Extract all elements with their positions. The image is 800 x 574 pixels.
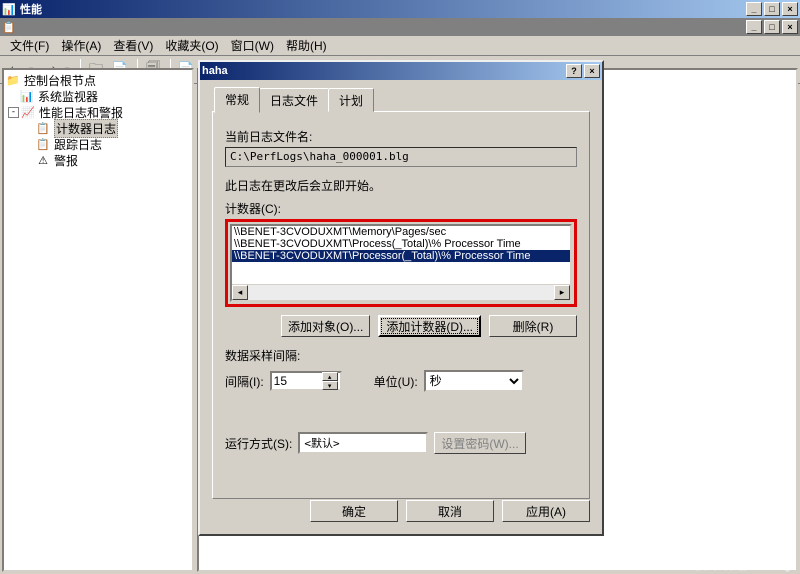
app-icon: 📊 [2,2,16,16]
current-log-filename: C:\PerfLogs\haha_000001.blg [225,147,577,167]
mdi-restore-button[interactable]: □ [764,20,780,34]
list-item[interactable]: \\BENET-3CVODUXMT\Processor(_Total)\% Pr… [232,250,570,262]
tab-schedule[interactable]: 计划 [328,88,374,112]
main-title: 性能 [20,1,42,17]
collapse-icon[interactable]: - [8,107,19,118]
folder-icon: 📁 [6,73,20,87]
dialog-titlebar[interactable]: haha ? × [200,62,602,80]
apply-button[interactable]: 应用(A) [502,500,590,522]
list-item[interactable]: \\BENET-3CVODUXMT\Memory\Pages/sec [232,226,570,238]
counterlog-icon: 📋 [36,121,50,135]
list-item[interactable]: \\BENET-3CVODUXMT\Process(_Total)\% Proc… [232,238,570,250]
tree-item-trace[interactable]: 📋 跟踪日志 [6,136,190,152]
tab-general[interactable]: 常规 [214,87,260,113]
help-button[interactable]: ? [566,64,582,78]
interval-spinner[interactable]: ▴▾ [270,371,342,391]
menu-view[interactable]: 查看(V) [107,35,159,56]
counters-listbox[interactable]: \\BENET-3CVODUXMT\Memory\Pages/sec \\BEN… [230,224,572,302]
mdi-icon: 📋 [2,20,16,34]
restore-button[interactable]: □ [764,2,780,16]
dialog-close-button[interactable]: × [584,64,600,78]
unit-select[interactable]: 秒 [424,370,524,392]
mdi-titlebar: 📋 _ □ × [0,18,800,36]
tree-root[interactable]: 📁 控制台根节点 [6,72,190,88]
dialog-title: haha [202,65,228,77]
scroll-right-icon[interactable]: ▸ [554,285,570,300]
h-scrollbar[interactable]: ◂ ▸ [232,284,570,300]
watermark: 51CTO.com 技术博客 Blog [641,539,794,572]
tab-logfile[interactable]: 日志文件 [259,88,329,112]
tab-label: 常规 [225,93,249,107]
mdi-close-button[interactable]: × [782,20,798,34]
tree-label: 警报 [54,152,78,169]
tracelog-icon: 📋 [36,137,50,151]
minimize-button[interactable]: _ [746,2,762,16]
interval-label: 间隔(I): [225,373,264,390]
tree-item-alert[interactable]: ⚠ 警报 [6,152,190,168]
menu-action[interactable]: 操作(A) [55,35,107,56]
start-note: 此日志在更改后会立即开始。 [225,177,577,194]
ok-button[interactable]: 确定 [310,500,398,522]
menu-bar: 文件(F) 操作(A) 查看(V) 收藏夹(O) 窗口(W) 帮助(H) [0,36,800,56]
close-button[interactable]: × [782,2,798,16]
cancel-button[interactable]: 取消 [406,500,494,522]
menu-window[interactable]: 窗口(W) [225,35,280,56]
add-counter-button[interactable]: 添加计数器(D)... [378,315,481,337]
add-object-button[interactable]: 添加对象(O)... [281,315,370,337]
alert-icon: ⚠ [36,153,50,167]
tab-strip: 常规 日志文件 计划 [214,88,590,112]
menu-help[interactable]: 帮助(H) [280,35,333,56]
spin-up-icon[interactable]: ▴ [322,372,338,381]
tree-pane[interactable]: 📁 控制台根节点 📊 系统监视器 - 📈 性能日志和警报 📋 计数器日志 📋 跟… [2,68,194,572]
unit-label: 单位(U): [374,373,418,390]
remove-button[interactable]: 删除(R) [489,315,577,337]
tree-item-counter[interactable]: 📋 计数器日志 [6,120,190,136]
tree-label: 跟踪日志 [54,136,102,153]
counters-highlight: \\BENET-3CVODUXMT\Memory\Pages/sec \\BEN… [225,219,577,307]
menu-file[interactable]: 文件(F) [4,35,55,56]
tab-label: 计划 [339,94,363,108]
set-password-button: 设置密码(W)... [434,432,525,454]
scroll-left-icon[interactable]: ◂ [232,285,248,300]
interval-input[interactable] [272,374,322,388]
counters-label: 计数器(C): [225,200,577,217]
current-log-label: 当前日志文件名: [225,128,577,145]
monitor-icon: 📊 [20,89,34,103]
tab-label: 日志文件 [270,94,318,108]
tree-label: 系统监视器 [38,88,98,105]
tree-item-sysmon[interactable]: 📊 系统监视器 [6,88,190,104]
runas-input[interactable] [298,432,428,454]
tree-root-label: 控制台根节点 [24,72,96,89]
properties-dialog: haha ? × 常规 日志文件 计划 当前日志文件名: C:\PerfLogs… [198,60,604,536]
spin-down-icon[interactable]: ▾ [322,381,338,390]
perflog-icon: 📈 [21,105,35,119]
main-titlebar: 📊 性能 _ □ × [0,0,800,18]
menu-fav[interactable]: 收藏夹(O) [159,35,224,56]
mdi-minimize-button[interactable]: _ [746,20,762,34]
tab-panel-general: 当前日志文件名: C:\PerfLogs\haha_000001.blg 此日志… [212,111,590,499]
runas-label: 运行方式(S): [225,435,292,452]
sample-interval-label: 数据采样间隔: [225,347,577,364]
